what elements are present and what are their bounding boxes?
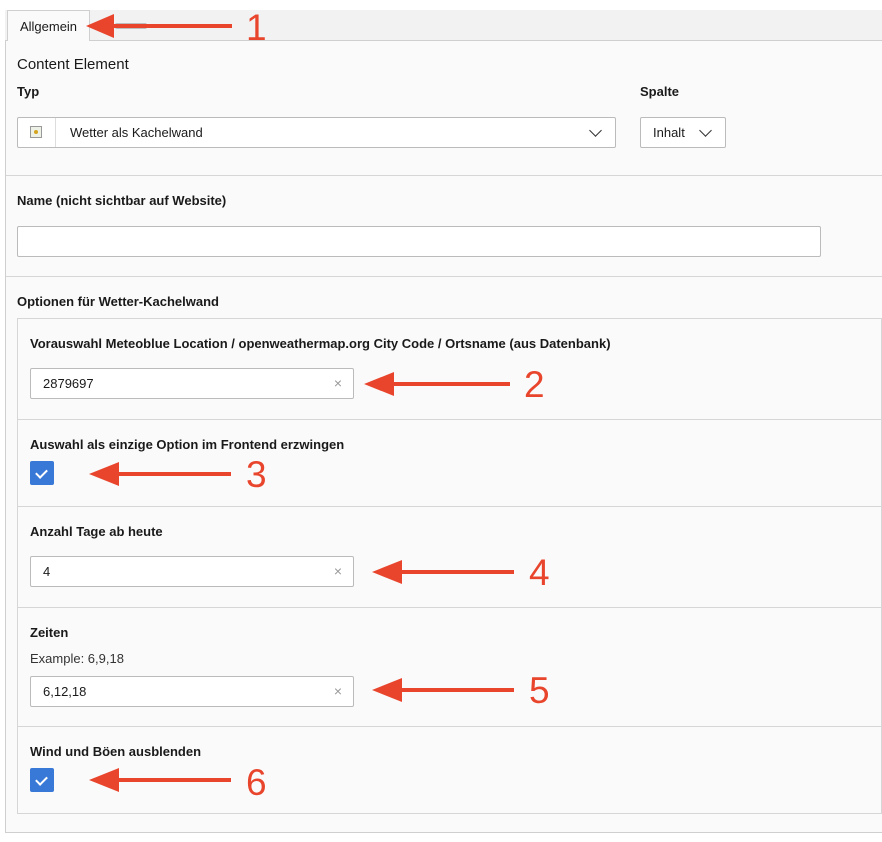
times-input-value: 6,12,18 (43, 684, 87, 699)
hide-wind-checkbox[interactable] (30, 768, 54, 792)
content-type-icon (18, 118, 56, 147)
typ-select-value: Wetter als Kachelwand (70, 125, 203, 140)
force-only-checkbox[interactable] (30, 461, 54, 485)
row-divider (18, 607, 882, 608)
clear-icon[interactable]: × (334, 557, 342, 586)
name-label: Name (nicht sichtbar auf Website) (17, 193, 227, 208)
annotation-arrow-4 (372, 560, 514, 584)
annotation-arrow-3 (89, 462, 231, 486)
options-heading: Optionen für Wetter-Kachelwand (17, 294, 219, 309)
row-divider (18, 419, 882, 420)
annotation-arrow-5 (372, 678, 514, 702)
annotation-number-2: 2 (524, 364, 545, 405)
annotation-number-5: 5 (529, 670, 550, 711)
name-input[interactable] (17, 226, 821, 257)
force-only-label: Auswahl als einzige Option im Frontend e… (30, 437, 345, 452)
location-input[interactable]: 2879697 × (30, 368, 354, 399)
tab-allgemein[interactable]: Allgemein (7, 10, 90, 41)
times-label: Zeiten (30, 625, 69, 640)
row-divider (18, 506, 882, 507)
location-label: Vorauswahl Meteoblue Location / openweat… (30, 336, 611, 351)
spalte-select[interactable]: Inhalt (640, 117, 726, 148)
days-input-value: 4 (43, 564, 51, 579)
section-divider (6, 175, 882, 176)
typ-select[interactable]: Wetter als Kachelwand (17, 117, 616, 148)
hide-wind-label: Wind und Böen ausblenden (30, 744, 202, 759)
days-input[interactable]: 4 × (30, 556, 354, 587)
spalte-label: Spalte (640, 84, 680, 99)
form-title: Content Element (17, 56, 129, 73)
row-divider (18, 726, 882, 727)
annotation-number-4: 4 (529, 552, 550, 593)
days-label: Anzahl Tage ab heute (30, 524, 163, 539)
section-divider (6, 276, 882, 277)
typ-label: Typ (17, 84, 40, 99)
clear-icon[interactable]: × (334, 677, 342, 706)
spalte-select-value: Inhalt (653, 125, 685, 140)
annotation-arrow-1 (86, 14, 232, 38)
clear-icon[interactable]: × (334, 369, 342, 398)
chevron-down-icon (589, 124, 602, 137)
location-input-value: 2879697 (43, 376, 94, 391)
chevron-down-icon (699, 124, 712, 137)
annotation-number-1: 1 (246, 7, 267, 48)
annotation-number-3: 3 (246, 454, 267, 495)
annotation-arrow-2 (364, 372, 510, 396)
annotation-arrow-6 (89, 768, 231, 792)
annotation-number-6: 6 (246, 762, 267, 803)
times-input[interactable]: 6,12,18 × (30, 676, 354, 707)
times-hint: Example: 6,9,18 (30, 651, 124, 666)
